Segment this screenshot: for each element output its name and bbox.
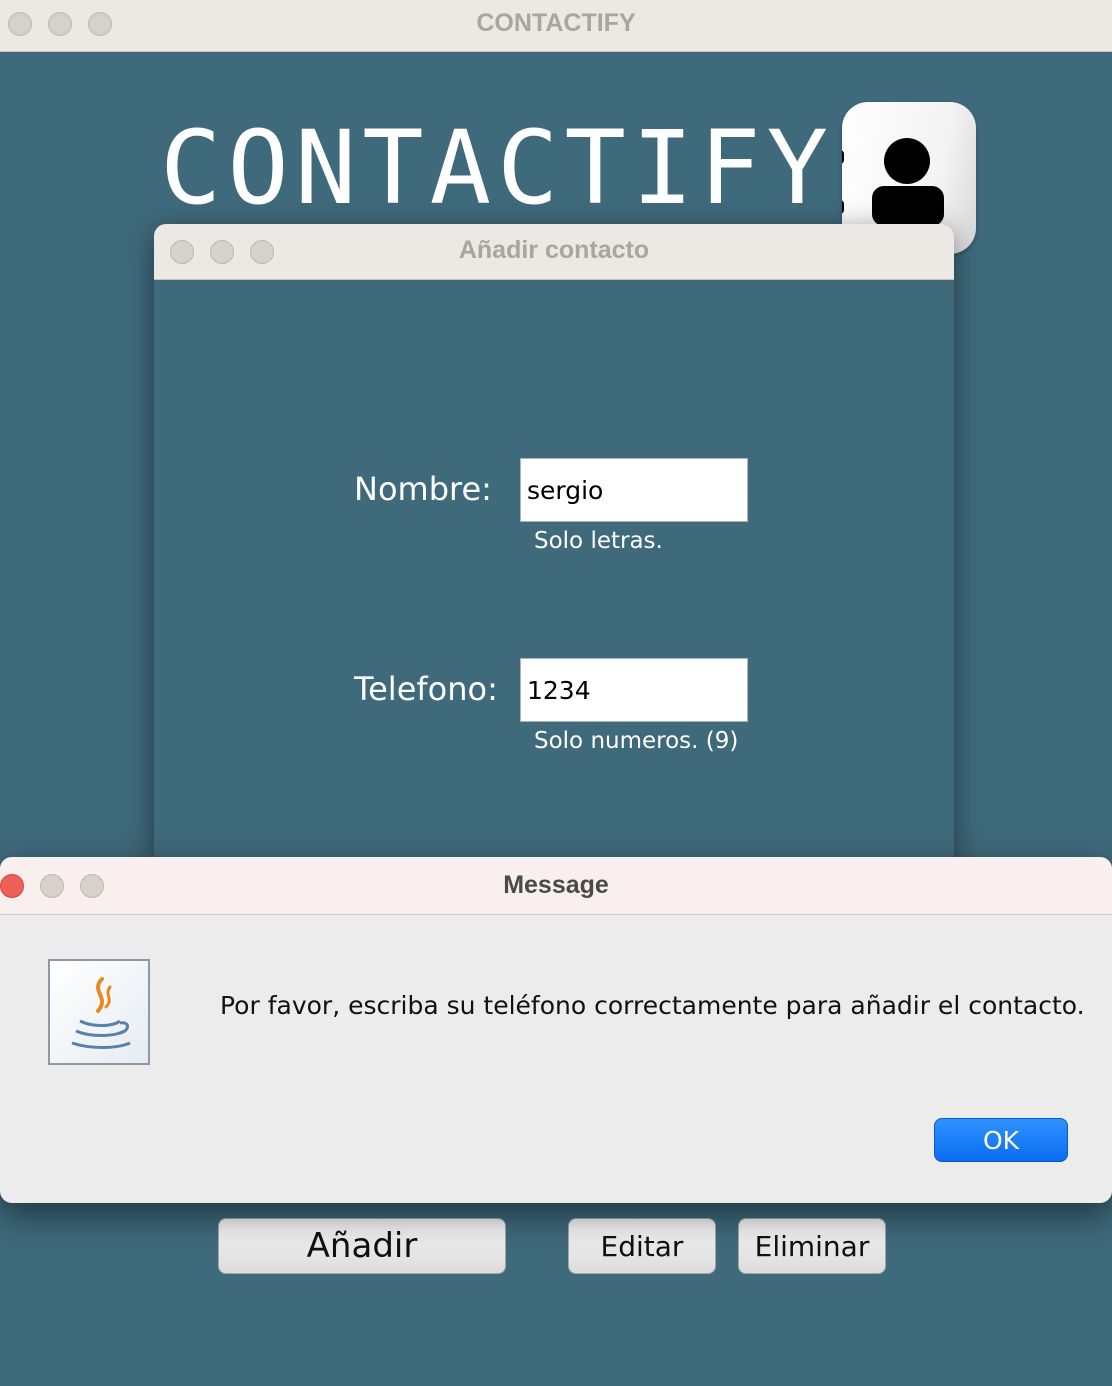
name-label: Nombre:	[354, 470, 492, 508]
app-heading: CONTACTIFY	[160, 109, 835, 228]
message-text: Por favor, escriba su teléfono correctam…	[220, 991, 1085, 1020]
add-dialog-title: Añadir contacto	[458, 236, 650, 264]
logo-body-shape	[872, 186, 944, 226]
phone-hint: Solo numeros. (9)	[534, 728, 739, 754]
java-cup-icon	[48, 959, 150, 1065]
delete-button[interactable]: Eliminar	[738, 1218, 886, 1274]
logo-ring-dot	[842, 200, 844, 214]
name-input[interactable]	[520, 458, 748, 522]
main-titlebar: CONTACTIFY	[0, 0, 1112, 52]
main-window-title: CONTACTIFY	[476, 9, 636, 37]
phone-label: Telefono:	[354, 670, 498, 708]
logo-head-shape	[884, 138, 930, 184]
ok-button[interactable]: OK	[934, 1118, 1068, 1162]
phone-input[interactable]	[520, 658, 748, 722]
edit-button[interactable]: Editar	[568, 1218, 716, 1274]
message-dialog: Message Por favor, escriba su teléfono c…	[0, 857, 1112, 1203]
add-button[interactable]: Añadir	[218, 1218, 506, 1274]
java-cup-graphic	[71, 977, 131, 1049]
logo-ring-dot	[842, 150, 844, 164]
add-contact-dialog: Añadir contacto Nombre: Solo letras. Tel…	[154, 224, 954, 864]
add-contact-titlebar: Añadir contacto	[154, 224, 954, 280]
message-title: Message	[503, 871, 609, 899]
name-hint: Solo letras.	[534, 528, 663, 554]
message-titlebar: Message	[0, 857, 1112, 915]
